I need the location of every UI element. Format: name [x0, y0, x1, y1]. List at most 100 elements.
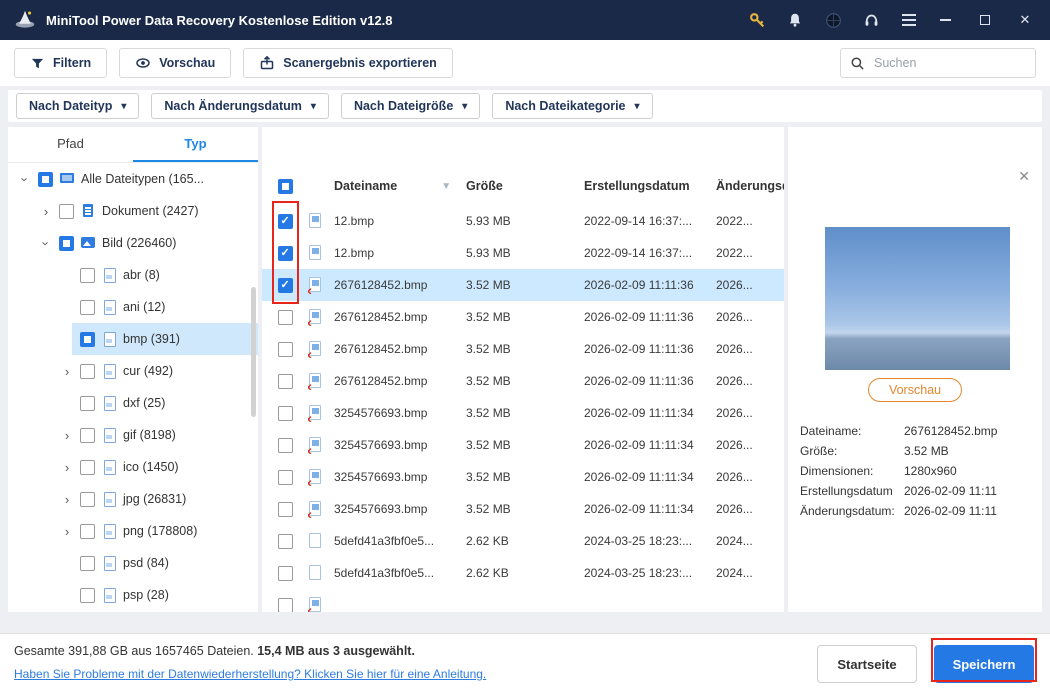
table-row[interactable]: ✕: [262, 589, 784, 612]
table-row[interactable]: 5defd41a3fbf0e5... 2.62 KB 2024-03-25 18:2…: [262, 557, 784, 589]
tree-item-abr[interactable]: abr (8): [8, 259, 258, 291]
table-row[interactable]: ✕ 3254576693.bmp 3.52 MB 2026-02-09 11:11:3…: [262, 461, 784, 493]
table-row[interactable]: ✕ 2676128452.bmp 3.52 MB 2026-02-09 11:11:3…: [262, 301, 784, 333]
filter-dropdown-1[interactable]: Nach Dateityp ▾: [16, 93, 140, 119]
row-checkbox[interactable]: [277, 437, 293, 453]
row-checkbox[interactable]: [277, 533, 293, 549]
tree-checkbox[interactable]: [80, 491, 95, 507]
tree-item-dxf[interactable]: dxf (25): [8, 387, 258, 419]
table-row[interactable]: ✕ 2676128452.bmp 3.52 MB 2026-02-09 11:11:3…: [262, 333, 784, 365]
tree-item-alle[interactable]: › Alle Dateitypen (165...: [8, 163, 258, 195]
row-checkbox[interactable]: [277, 341, 293, 357]
preview-toggle-button[interactable]: Vorschau: [119, 48, 232, 78]
sort-down-icon[interactable]: ▼: [441, 181, 451, 192]
filter-dropdown-2[interactable]: Nach Änderungsdatum ▾: [151, 93, 329, 119]
expand-arrow-icon[interactable]: ›: [39, 204, 53, 219]
table-row[interactable]: ✕ 2676128452.bmp 3.52 MB 2026-02-09 11:11:3…: [262, 365, 784, 397]
table-row[interactable]: ✕ 3254576693.bmp 3.52 MB 2026-02-09 11:11:3…: [262, 493, 784, 525]
tree-checkbox[interactable]: [80, 459, 95, 475]
row-checkbox[interactable]: [277, 501, 293, 517]
tree-item-gif[interactable]: › gif (8198): [8, 419, 258, 451]
close-button[interactable]: ✕: [1012, 7, 1038, 33]
tree-item-cur[interactable]: › cur (492): [8, 355, 258, 387]
tree-checkbox[interactable]: [80, 299, 95, 315]
close-preview-icon[interactable]: ✕: [1018, 169, 1030, 183]
column-header-created[interactable]: Erstellungsdatum: [576, 179, 708, 193]
tree-checkbox[interactable]: [80, 395, 95, 411]
table-row[interactable]: 12.bmp 5.93 MB 2022-09-14 16:37:... 2022...: [262, 237, 784, 269]
tree-checkbox[interactable]: [80, 331, 95, 347]
preview-action-button[interactable]: Vorschau: [867, 378, 963, 402]
table-row[interactable]: 12.bmp 5.93 MB 2022-09-14 16:37:... 2022...: [262, 205, 784, 237]
help-link[interactable]: Haben Sie Probleme mit der Datenwiederhe…: [14, 667, 486, 681]
tree-checkbox[interactable]: [80, 523, 95, 539]
key-icon[interactable]: [748, 11, 766, 29]
file-created-cell: 2026-02-09 11:11:34: [584, 502, 694, 516]
row-checkbox[interactable]: [277, 469, 293, 485]
column-header-size[interactable]: Größe: [458, 179, 576, 193]
tree-item-ico[interactable]: › ico (1450): [8, 451, 258, 483]
filter-button[interactable]: Filtern: [14, 48, 108, 78]
filter-dropdown-4[interactable]: Nach Dateikategorie ▾: [492, 93, 653, 119]
export-button[interactable]: Scanergebnis exportieren: [243, 48, 453, 78]
menu-icon[interactable]: [900, 11, 918, 29]
expand-arrow-icon[interactable]: ›: [60, 460, 74, 475]
minimize-button[interactable]: [932, 7, 958, 33]
tree-item-psd[interactable]: psd (84): [8, 547, 258, 579]
bell-icon[interactable]: [786, 11, 804, 29]
save-button[interactable]: Speichern: [934, 645, 1034, 683]
tree-item-jpg[interactable]: › jpg (26831): [8, 483, 258, 515]
row-checkbox[interactable]: [277, 373, 293, 389]
filter-dropdown-3[interactable]: Nach Dateigröße ▾: [340, 93, 481, 119]
globe-icon[interactable]: [824, 11, 842, 29]
tree-checkbox[interactable]: [80, 427, 95, 443]
file-created-cell: 2022-09-14 16:37:...: [584, 214, 693, 228]
tree-item-png[interactable]: › png (178808): [8, 515, 258, 547]
table-row[interactable]: ✕ 2676128452.bmp 3.52 MB 2026-02-09 11:11:3…: [262, 269, 784, 301]
tree-item-dokument[interactable]: › Dokument (2427): [8, 195, 258, 227]
row-checkbox[interactable]: [277, 405, 293, 421]
row-checkbox[interactable]: [277, 245, 293, 261]
collapse-arrow-icon[interactable]: ›: [39, 236, 54, 250]
file-icon: [308, 244, 324, 262]
row-checkbox[interactable]: [277, 565, 293, 581]
table-row[interactable]: 5defd41a3fbf0e5... 2.62 KB 2024-03-25 18:2…: [262, 525, 784, 557]
summary-selected: 15,4 MB aus 3 ausgewählt.: [257, 644, 415, 658]
tree-item-psp[interactable]: psp (28): [8, 579, 258, 611]
column-header-modified[interactable]: Änderungsdatum: [708, 179, 784, 193]
tab-pfad[interactable]: Pfad: [8, 127, 133, 162]
expand-arrow-icon[interactable]: ›: [60, 428, 74, 443]
row-checkbox[interactable]: [277, 213, 293, 229]
row-checkbox[interactable]: [277, 309, 293, 325]
tree-checkbox[interactable]: [59, 235, 74, 251]
home-button[interactable]: Startseite: [817, 645, 917, 683]
expand-arrow-icon[interactable]: ›: [60, 364, 74, 379]
tab-typ[interactable]: Typ: [133, 127, 258, 162]
scrollbar-thumb[interactable]: [251, 287, 256, 417]
tree-checkbox[interactable]: [59, 203, 74, 219]
file-size-cell: 3.52 MB: [466, 470, 511, 484]
expand-arrow-icon[interactable]: ›: [60, 524, 74, 539]
tree-checkbox[interactable]: [80, 267, 95, 283]
tree-checkbox[interactable]: [80, 587, 95, 603]
select-all-checkbox[interactable]: [277, 178, 293, 194]
row-checkbox[interactable]: [277, 277, 293, 293]
headset-icon[interactable]: [862, 11, 880, 29]
column-header-name[interactable]: Dateiname ▼: [334, 179, 458, 193]
maximize-button[interactable]: [972, 7, 998, 33]
table-row[interactable]: ✕ 3254576693.bmp 3.52 MB 2026-02-09 11:11:3…: [262, 397, 784, 429]
tree-item-label: cur (492): [123, 364, 174, 378]
search-input[interactable]: [872, 55, 1026, 71]
tree-checkbox[interactable]: [80, 363, 95, 379]
tree-item-bmp[interactable]: bmp (391): [8, 323, 258, 355]
row-checkbox[interactable]: [277, 597, 293, 612]
tree-checkbox[interactable]: [80, 555, 95, 571]
page-icon: [101, 491, 117, 507]
expand-arrow-icon[interactable]: ›: [60, 492, 74, 507]
tree-item-ani[interactable]: ani (12): [8, 291, 258, 323]
window-controls: ✕: [932, 7, 1038, 33]
table-row[interactable]: ✕ 3254576693.bmp 3.52 MB 2026-02-09 11:11:3…: [262, 429, 784, 461]
tree-checkbox[interactable]: [38, 171, 53, 187]
collapse-arrow-icon[interactable]: ›: [18, 172, 33, 186]
tree-item-bild[interactable]: › Bild (226460): [8, 227, 258, 259]
